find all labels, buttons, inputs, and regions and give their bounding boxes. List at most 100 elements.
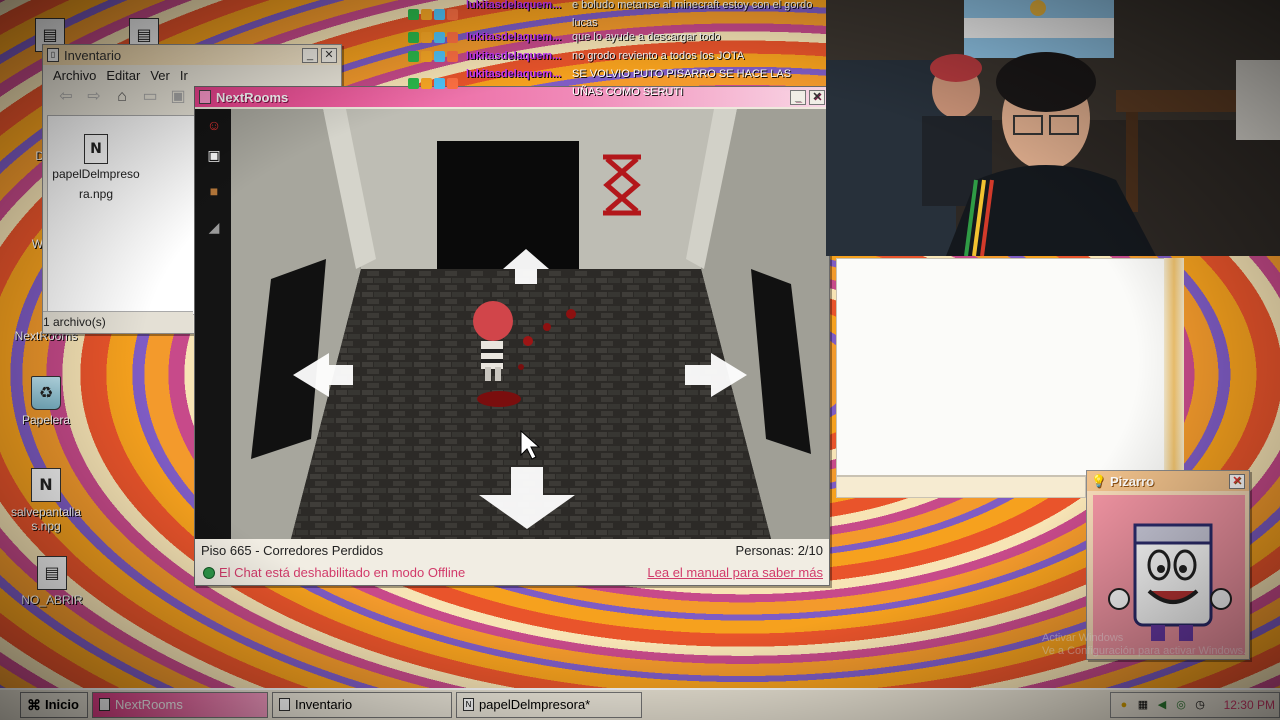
badge-icon xyxy=(408,8,419,20)
recycle-bin-icon: ♻ xyxy=(31,376,61,410)
clock[interactable]: 12:30 PM xyxy=(1224,698,1275,712)
chat-username: lukitasdelaquem... xyxy=(466,68,562,80)
webcam-feed xyxy=(826,0,1280,256)
close-button[interactable]: ✕ xyxy=(321,47,337,63)
status-dot-icon xyxy=(203,566,215,579)
lightbulb-icon[interactable]: ● xyxy=(1117,698,1131,712)
badge-icon xyxy=(447,77,458,89)
status-text: 1 archivo(s) xyxy=(43,315,106,329)
offline-message: El Chat está deshabilitado en modo Offli… xyxy=(203,565,465,580)
inventory-title: Inventario xyxy=(64,47,122,63)
badge-icon xyxy=(434,50,445,62)
notepad-mascot-icon xyxy=(1093,495,1245,655)
menu-archivo[interactable]: Archivo xyxy=(53,68,96,83)
chat-text: que lo ayude a descargar todo xyxy=(572,31,721,43)
forward-arrow-icon[interactable]: ⇨ xyxy=(83,87,105,107)
window-icon xyxy=(199,90,211,104)
lightbulb-icon: 💡 xyxy=(1091,474,1106,488)
chat-text: SE VOLVIO PUTO PISARRO SE HACE LAS UÑAS … xyxy=(572,68,792,98)
window-icon: ▯ xyxy=(47,48,59,62)
stream-chat-overlay: lukitasdelaquem... e boludo metanse al m… xyxy=(408,0,824,100)
badge-icon xyxy=(408,50,419,62)
nextrooms-footer: Piso 665 - Corredores Perdidos Personas:… xyxy=(195,539,829,585)
badge-icon xyxy=(408,77,419,89)
chat-message: lukitasdelaquem... que lo ayude a descar… xyxy=(408,28,824,46)
webcam-image xyxy=(826,0,1280,256)
chat-badges xyxy=(408,65,466,101)
desktop-icon-no-abrir[interactable]: ▤ NO_ABRIR xyxy=(12,556,92,607)
back-arrow-icon[interactable]: ⇦ xyxy=(55,87,77,107)
panel-strip xyxy=(1164,258,1184,498)
badge-icon xyxy=(434,8,445,20)
inventory-menubar: Archivo Editar Ver Ir xyxy=(43,65,341,85)
network-icon[interactable]: ◎ xyxy=(1174,698,1188,712)
chat-badges xyxy=(408,28,466,46)
folder-icon: ▤ xyxy=(37,556,67,590)
chat-username: lukitasdelaquem... xyxy=(466,50,562,62)
status-bar: 1 archivo(s) xyxy=(43,311,193,333)
file-list: N papelDelmpresora.npg xyxy=(47,115,195,315)
people-count: Personas: 2/10 xyxy=(735,543,823,558)
keyboard-icon[interactable]: ▦ xyxy=(1136,698,1150,712)
badge-icon xyxy=(421,77,432,89)
nextrooms-window: NextRooms _ ✕ ☺ ▣ ■ ◢ Piso 665 - Corredo… xyxy=(194,86,830,586)
pizarro-titlebar[interactable]: 💡 Pizarro ✕ xyxy=(1087,471,1249,491)
notepad-icon: N xyxy=(31,468,61,502)
game-sidebar: ☺ ▣ ■ ◢ xyxy=(195,109,231,539)
task-inventario[interactable]: Inventario xyxy=(271,692,452,718)
copy-icon[interactable]: ▣ xyxy=(167,87,189,107)
stairs-icon[interactable]: ◢ xyxy=(201,215,227,239)
file-name: papelDelmpresora.npg xyxy=(52,167,140,201)
taskbar: Inicio NextRooms Inventario N papelDelmp… xyxy=(0,688,1280,720)
file-item[interactable]: N papelDelmpresora.npg xyxy=(52,134,140,204)
notepad-icon: N xyxy=(462,698,474,711)
system-tray: ● ▦ ◀ ◎ ◷ 12:30 PM xyxy=(1110,692,1280,718)
panel-bottom-bar xyxy=(836,476,1086,498)
chat-badges xyxy=(408,47,466,65)
app-icon xyxy=(98,698,110,711)
inventory-titlebar[interactable]: ▯ Inventario _ ✕ xyxy=(43,45,341,65)
cut-icon[interactable]: ▭ xyxy=(139,87,161,107)
menu-ver[interactable]: Ver xyxy=(150,68,170,83)
desktop-icon-papelera[interactable]: ♻ Papelera xyxy=(6,376,86,427)
task-nextrooms[interactable]: NextRooms xyxy=(91,692,268,718)
window-icon xyxy=(278,698,290,711)
badge-icon xyxy=(421,31,432,43)
pizarro-mascot xyxy=(1093,495,1245,655)
task-papel[interactable]: N papelDelmpresora* xyxy=(455,692,642,718)
notepad-icon: N xyxy=(84,134,108,164)
game-viewport[interactable] xyxy=(231,109,829,539)
blank-panel xyxy=(836,258,1166,476)
badge-icon xyxy=(408,31,419,43)
backpack-icon[interactable]: ■ xyxy=(201,179,227,203)
desktop: ▤ De ▤ Doc Web NextRooms ♻ Papelera N sa… xyxy=(0,0,1280,720)
nextrooms-title: NextRooms xyxy=(216,89,289,105)
desktop-icon-salvepantallas[interactable]: N salvepantallas.npg xyxy=(6,468,86,533)
game-scene xyxy=(231,109,829,539)
close-button[interactable]: ✕ xyxy=(1229,473,1245,489)
badge-icon xyxy=(434,31,445,43)
volume-icon[interactable]: ◀ xyxy=(1155,698,1169,712)
start-button[interactable]: Inicio xyxy=(20,692,88,718)
badge-icon xyxy=(447,50,458,62)
clock-icon: ◷ xyxy=(1195,699,1205,711)
badge-icon xyxy=(447,8,458,20)
badge-icon xyxy=(421,50,432,62)
chat-bubbles-icon[interactable]: ▣ xyxy=(201,143,227,167)
badge-icon xyxy=(434,77,445,89)
badge-icon xyxy=(447,31,458,43)
badge-icon xyxy=(421,8,432,20)
activation-watermark: Activar Windows Ve a Configuración para … xyxy=(1042,632,1247,657)
home-icon[interactable]: ⌂ xyxy=(111,87,133,107)
floor-label: Piso 665 - Corredores Perdidos xyxy=(201,543,384,558)
menu-ir[interactable]: Ir xyxy=(180,68,188,83)
chat-message: lukitasdelaquem... SE VOLVIO PUTO PISARR… xyxy=(408,65,824,101)
chat-username: lukitasdelaquem... xyxy=(466,31,562,43)
menu-editar[interactable]: Editar xyxy=(106,68,140,83)
emotes-icon[interactable]: ☺ xyxy=(201,113,227,137)
minimize-button[interactable]: _ xyxy=(302,47,318,63)
manual-link[interactable]: Lea el manual para saber más xyxy=(647,565,823,580)
pizarro-title: Pizarro xyxy=(1109,473,1155,489)
chat-message: lukitasdelaquem... no grodo reviento a t… xyxy=(408,47,824,65)
chat-text: no grodo reviento a todos los JOTA xyxy=(572,50,745,62)
